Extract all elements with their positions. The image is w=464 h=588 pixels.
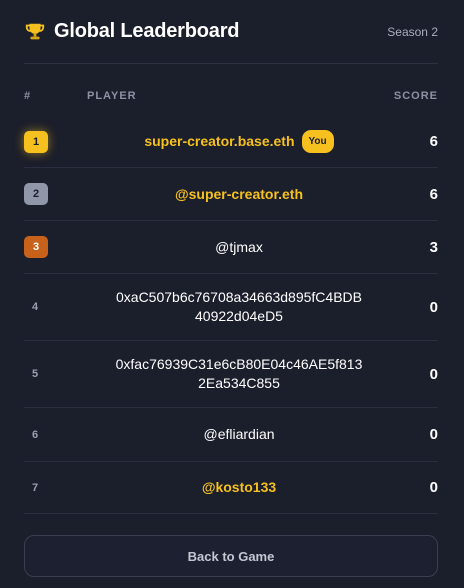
player-cell: super-creator.base.eth You <box>80 130 398 153</box>
player-score: 6 <box>429 133 438 150</box>
rank-badge-bronze: 3 <box>24 236 48 258</box>
table-row: 2 @super-creator.eth 6 <box>24 168 438 221</box>
player-cell: @efliardian <box>80 425 398 444</box>
table-row: 3 @tjmax 3 <box>24 221 438 274</box>
you-badge: You <box>301 130 334 153</box>
rank-badge-gold: 1 <box>24 130 48 153</box>
column-header-player: PLAYER <box>87 90 137 102</box>
player-name: @super-creator.eth <box>174 185 304 202</box>
player-name: @tjmax <box>215 238 263 255</box>
player-cell: @super-creator.eth <box>80 185 398 204</box>
player-cell: @tjmax <box>80 238 398 257</box>
table-row: 4 0xaC507b6c76708a34663d895fC4BDB40922d0… <box>24 274 438 341</box>
player-name: @efliardian <box>203 426 275 442</box>
player-cell: 0xaC507b6c76708a34663d895fC4BDB40922d04e… <box>80 288 398 326</box>
player-score: 0 <box>429 479 438 496</box>
table-row: 7 @kosto133 0 <box>24 462 438 514</box>
player-name: 0xfac76939C31e6cB80E04c46AE5f8132Ea534C8… <box>115 356 363 391</box>
table-row: 5 0xfac76939C31e6cB80E04c46AE5f8132Ea534… <box>24 341 438 408</box>
column-header-rank: # <box>24 90 32 102</box>
season-label: Season 2 <box>387 24 438 39</box>
rank-number: 4 <box>32 301 39 313</box>
table-row: 1 super-creator.base.eth You 6 <box>24 116 438 168</box>
player-score: 6 <box>429 185 438 203</box>
column-header-score: SCORE <box>393 90 438 102</box>
leaderboard-table: 1 super-creator.base.eth You 6 2 @super-… <box>24 116 438 514</box>
player-score: 0 <box>429 426 438 443</box>
back-to-game-button[interactable]: Back to Game <box>24 535 438 577</box>
trophy-icon <box>24 21 46 43</box>
player-score: 0 <box>429 365 438 383</box>
table-header: # PLAYER SCORE <box>24 90 438 106</box>
title-group: Global Leaderboard <box>24 20 240 43</box>
player-name: super-creator.base.eth <box>144 133 295 149</box>
player-name: @kosto133 <box>201 479 277 495</box>
player-score: 3 <box>429 238 438 256</box>
rank-badge-silver: 2 <box>24 183 48 205</box>
table-row: 6 @efliardian 0 <box>24 408 438 462</box>
page-title: Global Leaderboard <box>54 20 240 42</box>
player-name: 0xaC507b6c76708a34663d895fC4BDB40922d04e… <box>116 289 362 324</box>
rank-number: 6 <box>32 428 39 441</box>
leaderboard-header: Global Leaderboard Season 2 <box>24 0 438 64</box>
rank-number: 7 <box>32 481 39 494</box>
player-score: 0 <box>429 298 438 316</box>
rank-number: 5 <box>32 368 39 380</box>
player-cell: @kosto133 <box>80 478 398 497</box>
player-cell: 0xfac76939C31e6cB80E04c46AE5f8132Ea534C8… <box>80 355 398 393</box>
